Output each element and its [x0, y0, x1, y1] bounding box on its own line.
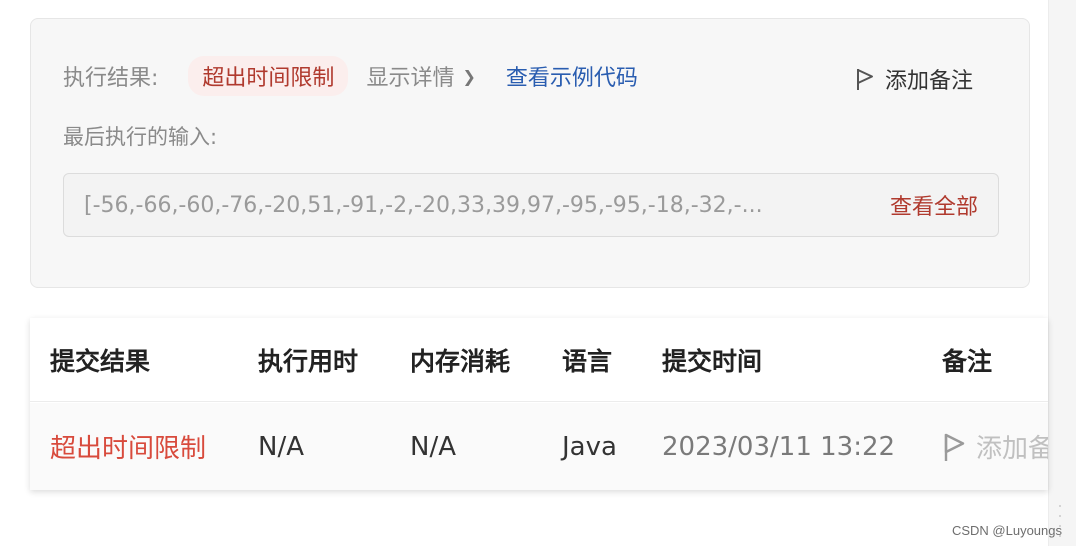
- row-add-note-button[interactable]: 添加备注: [942, 403, 1048, 490]
- show-details-link[interactable]: 显示详情 ❯: [366, 60, 475, 92]
- submission-table: 提交结果 执行用时 内存消耗 语言 提交时间 备注 超出时间限制 N/A N/A…: [30, 318, 1048, 490]
- row-status[interactable]: 超出时间限制: [50, 403, 206, 490]
- submission-detail-page: 执行结果: 超出时间限制 显示详情 ❯ 查看示例代码 添加备注 最后执行的输入:…: [0, 0, 1076, 546]
- row-runtime: N/A: [258, 431, 304, 462]
- execution-result-panel: 执行结果: 超出时间限制 显示详情 ❯ 查看示例代码 添加备注 最后执行的输入:…: [30, 18, 1030, 288]
- row-add-note-label: 添加备注: [976, 434, 1048, 464]
- table-row[interactable]: 超出时间限制 N/A N/A Java 2023/03/11 13:22 添加备…: [30, 403, 1048, 490]
- header-submitted-at: 提交时间: [662, 346, 763, 376]
- header-memory: 内存消耗: [410, 346, 511, 376]
- result-summary-row: 执行结果: 超出时间限制 显示详情 ❯ 查看示例代码: [63, 56, 638, 96]
- header-runtime: 执行用时: [258, 346, 359, 376]
- add-note-button[interactable]: 添加备注: [855, 63, 973, 95]
- view-all-button[interactable]: 查看全部: [890, 189, 978, 221]
- last-input-label: 最后执行的输入:: [63, 125, 218, 149]
- add-note-label: 添加备注: [884, 69, 973, 94]
- last-input-value: [-56,-66,-60,-76,-20,51,-91,-2,-20,33,39…: [84, 192, 763, 218]
- table-header: 提交结果 执行用时 内存消耗 语言 提交时间 备注: [30, 318, 1048, 402]
- header-note: 备注: [942, 346, 993, 376]
- scrollbar[interactable]: [1048, 0, 1076, 546]
- header-language: 语言: [562, 346, 613, 376]
- row-submitted-at: 2023/03/11 13:22: [662, 431, 896, 462]
- row-language: Java: [562, 431, 617, 462]
- view-sample-code-link[interactable]: 查看示例代码: [506, 60, 638, 92]
- result-label: 执行结果:: [63, 66, 159, 91]
- flag-icon: [942, 432, 966, 462]
- show-details-label: 显示详情: [366, 66, 455, 91]
- chevron-right-icon: ❯: [462, 66, 476, 86]
- flag-icon: [855, 67, 875, 91]
- last-input-box: [-56,-66,-60,-76,-20,51,-91,-2,-20,33,39…: [63, 173, 999, 237]
- watermark: CSDN @Luyoungs: [951, 523, 1062, 538]
- header-status: 提交结果: [50, 346, 151, 376]
- status-badge: 超出时间限制: [188, 56, 349, 96]
- row-memory: N/A: [410, 431, 456, 462]
